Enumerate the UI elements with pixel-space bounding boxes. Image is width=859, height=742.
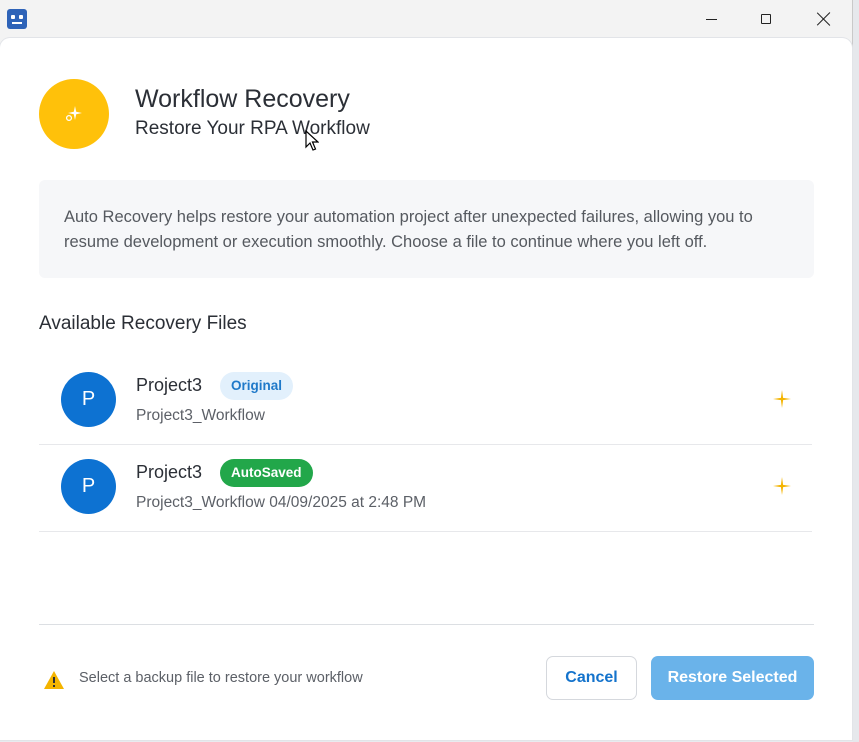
sparkle-icon: [773, 390, 791, 408]
robot-icon: [7, 9, 27, 29]
file-name: Project3: [136, 375, 203, 395]
page-title: Workflow Recovery: [135, 85, 350, 113]
sparkle-icon: [65, 106, 82, 122]
page-subtitle: Restore Your RPA Workflow: [135, 118, 370, 139]
file-subtitle: Project3_Workflow 04/09/2025 at 2:48 PM: [136, 494, 427, 511]
section-title: Available Recovery Files: [39, 313, 247, 334]
footer-message: Select a backup file to restore your wor…: [79, 670, 363, 686]
background-window-edge: [853, 0, 859, 742]
minimize-icon: [705, 18, 717, 20]
warning-icon: [44, 671, 64, 689]
maximize-button[interactable]: [737, 0, 795, 38]
recovery-file-list: P Project3 Original Project3_Workflow P …: [39, 358, 812, 532]
footer-divider: [39, 624, 814, 625]
close-icon: [817, 12, 831, 26]
title-bar[interactable]: [0, 0, 852, 38]
avatar: P: [61, 459, 116, 514]
recovery-file-item[interactable]: P Project3 AutoSaved Project3_Workflow 0…: [39, 445, 812, 532]
close-button[interactable]: [795, 0, 853, 38]
avatar: P: [61, 372, 116, 427]
sparkle-icon: [773, 477, 791, 495]
recovery-file-item[interactable]: P Project3 Original Project3_Workflow: [39, 358, 812, 445]
mouse-cursor-icon: [305, 130, 319, 151]
maximize-icon: [761, 14, 771, 24]
cancel-button[interactable]: Cancel: [546, 656, 637, 700]
info-box: Auto Recovery helps restore your automat…: [39, 180, 814, 278]
minimize-button[interactable]: [682, 0, 740, 38]
header-icon: [39, 79, 109, 149]
recovery-dialog-window: Workflow Recovery Restore Your RPA Workf…: [0, 0, 853, 741]
dialog-content: Workflow Recovery Restore Your RPA Workf…: [0, 38, 852, 740]
status-badge: AutoSaved: [220, 459, 313, 487]
file-subtitle: Project3_Workflow: [136, 407, 265, 424]
file-name: Project3: [136, 462, 203, 482]
status-badge: Original: [220, 372, 294, 400]
restore-selected-button[interactable]: Restore Selected: [651, 656, 814, 700]
info-text: Auto Recovery helps restore your automat…: [64, 208, 753, 251]
